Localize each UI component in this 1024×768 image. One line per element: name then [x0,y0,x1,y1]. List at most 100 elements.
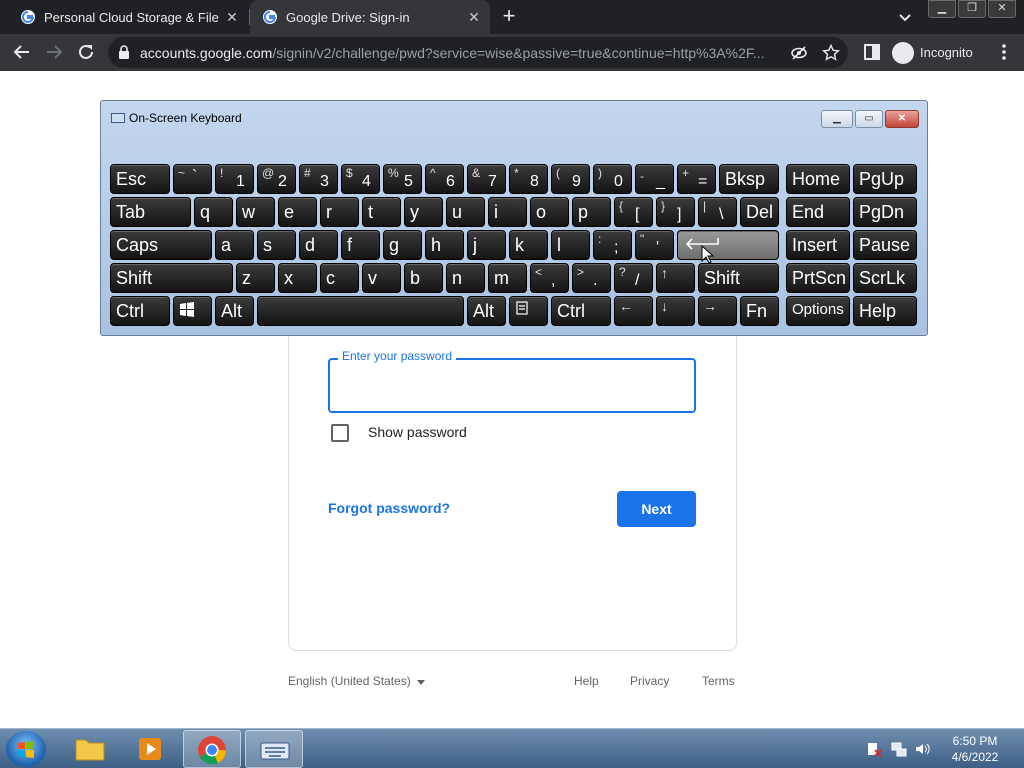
footer-help-link[interactable]: Help [574,674,599,688]
taskbar-chrome[interactable] [183,730,241,768]
key-7[interactable]: & 7 [467,164,506,194]
key-delete[interactable]: Del [740,197,779,227]
show-password-label[interactable]: Show password [368,424,467,440]
key-2[interactable]: @2 [257,164,296,194]
taskbar-media-player[interactable] [121,730,179,768]
key-l[interactable]: l [551,230,590,260]
key-prtscn[interactable]: PrtScn [786,263,850,293]
lock-icon[interactable] [118,45,130,60]
key-h[interactable]: h [425,230,464,260]
taskbar-file-explorer[interactable] [60,730,118,768]
key-arrow-right[interactable]: → [698,296,737,326]
key-t[interactable]: t [362,197,401,227]
key-esc[interactable]: Esc [110,164,170,194]
key-close-bracket[interactable]: }] [656,197,695,227]
key-help[interactable]: Help [853,296,917,326]
key-x[interactable]: x [278,263,317,293]
show-password-checkbox[interactable] [331,424,349,442]
star-icon[interactable] [822,44,840,62]
key-s[interactable]: s [257,230,296,260]
key-slash[interactable]: ? / [614,263,653,293]
key-3[interactable]: #3 [299,164,338,194]
key-a[interactable]: a [215,230,254,260]
key-8[interactable]: * 8 [509,164,548,194]
key-q[interactable]: q [194,197,233,227]
key-g[interactable]: g [383,230,422,260]
key-fn[interactable]: Fn [740,296,779,326]
key-arrow-left[interactable]: ← [614,296,653,326]
key-v[interactable]: v [362,263,401,293]
key-ctrl-left[interactable]: Ctrl [110,296,170,326]
key-y[interactable]: y [404,197,443,227]
back-arrow-icon[interactable] [12,42,32,62]
reload-icon[interactable] [76,42,96,62]
tab-google-drive-signin[interactable]: Google Drive: Sign-in ✕ [250,0,490,34]
restore-icon[interactable]: ❐ [958,0,986,18]
key-caps[interactable]: Caps [110,230,212,260]
key-context-menu[interactable] [509,296,548,326]
key-o[interactable]: o [530,197,569,227]
key-c[interactable]: c [320,263,359,293]
footer-terms-link[interactable]: Terms [702,674,735,688]
key-shift-left[interactable]: Shift [110,263,233,293]
key-j[interactable]: j [467,230,506,260]
key-n[interactable]: n [446,263,485,293]
address-bar[interactable]: accounts.google.com/signin/v2/challenge/… [108,37,848,68]
key-6[interactable]: ^ 6 [425,164,464,194]
taskbar-on-screen-keyboard[interactable] [245,730,303,768]
close-icon[interactable]: ✕ [222,9,242,26]
key-end[interactable]: End [786,197,850,227]
incognito-profile[interactable]: Incognito [892,40,973,65]
key-k[interactable]: k [509,230,548,260]
key-enter[interactable] [677,230,779,260]
key-z[interactable]: z [236,263,275,293]
key-comma[interactable]: <, [530,263,569,293]
key-w[interactable]: w [236,197,275,227]
key-9[interactable]: (9 [551,164,590,194]
key-i[interactable]: i [488,197,527,227]
key-period[interactable]: >. [572,263,611,293]
network-icon[interactable] [891,741,907,757]
key-semicolon[interactable]: :; [593,230,632,260]
new-tab-plus-icon[interactable]: + [498,5,520,28]
eye-slash-icon[interactable] [790,44,808,62]
key-home[interactable]: Home [786,164,850,194]
key-pause[interactable]: Pause [853,230,917,260]
key-alt-right[interactable]: Alt [467,296,506,326]
next-button[interactable]: Next [617,491,696,527]
key-tab[interactable]: Tab [110,197,191,227]
key-insert[interactable]: Insert [786,230,850,260]
tab-personal-cloud-storage[interactable]: Personal Cloud Storage & File Sh ✕ [8,0,248,34]
close-window-icon[interactable]: ✕ [885,110,919,128]
minimize-icon[interactable]: ▁ [821,110,853,128]
side-panel-icon[interactable] [862,42,882,62]
key-r[interactable]: r [320,197,359,227]
key-windows[interactable] [173,296,212,326]
key-minus[interactable]: - _ [635,164,674,194]
key-backspace[interactable]: Bksp [719,164,779,194]
key-4[interactable]: $4 [341,164,380,194]
url-text[interactable]: accounts.google.com/signin/v2/challenge/… [140,45,790,61]
key-quote[interactable]: " ' [635,230,674,260]
key-options[interactable]: Options [786,296,850,326]
kebab-menu-icon[interactable] [994,42,1014,62]
action-center-icon[interactable] [866,741,882,757]
key-0[interactable]: ) 0 [593,164,632,194]
key-p[interactable]: p [572,197,611,227]
volume-icon[interactable] [914,741,930,757]
key-f[interactable]: f [341,230,380,260]
start-button[interactable] [6,731,46,767]
key-pgdn[interactable]: PgDn [853,197,917,227]
close-window-icon[interactable]: ✕ [988,0,1016,18]
key-alt-left[interactable]: Alt [215,296,254,326]
maximize-icon[interactable]: ▭ [855,110,883,128]
key-5[interactable]: % 5 [383,164,422,194]
key-d[interactable]: d [299,230,338,260]
key-backtick[interactable]: ~ ` [173,164,212,194]
chevron-down-icon[interactable] [896,8,914,26]
system-clock[interactable]: 6:50 PM 4/6/2022 [940,733,1010,765]
language-selector[interactable]: English (United States) [288,674,411,688]
key-equals[interactable]: + = [677,164,716,194]
key-pgup[interactable]: PgUp [853,164,917,194]
forgot-password-link[interactable]: Forgot password? [328,500,450,516]
